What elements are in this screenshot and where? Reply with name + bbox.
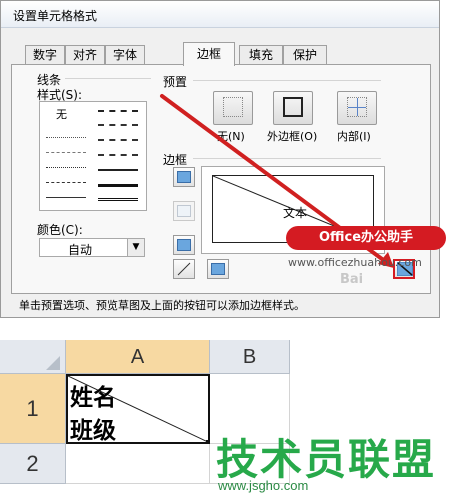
select-all-corner[interactable] bbox=[0, 340, 66, 374]
row-header-2[interactable]: 2 bbox=[0, 444, 66, 484]
column-header-b[interactable]: B bbox=[210, 340, 290, 374]
brand-watermark-url: www.jsgho.com bbox=[218, 478, 309, 493]
select-all-triangle-icon bbox=[46, 356, 60, 370]
cell-a1-line2: 班级 bbox=[70, 418, 116, 444]
watermark-url: www.officezhuahou.com bbox=[288, 256, 422, 269]
cell-a1-line1: 姓名 bbox=[70, 385, 116, 411]
red-arrow-annotation bbox=[160, 94, 394, 268]
office-badge: Office办公助手 bbox=[286, 226, 446, 250]
cell-a2[interactable] bbox=[66, 444, 210, 484]
cell-a1[interactable]: 姓名 班级 bbox=[66, 374, 210, 444]
baidu-watermark: Bai bbox=[340, 272, 364, 287]
column-header-a[interactable]: A bbox=[66, 340, 210, 374]
row-header-1[interactable]: 1 bbox=[0, 374, 66, 444]
